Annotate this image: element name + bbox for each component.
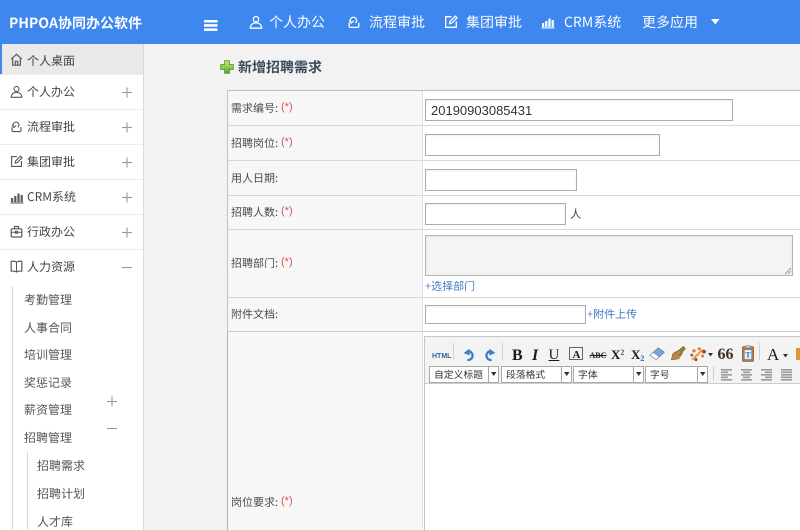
svg-text:T: T [745,350,751,360]
